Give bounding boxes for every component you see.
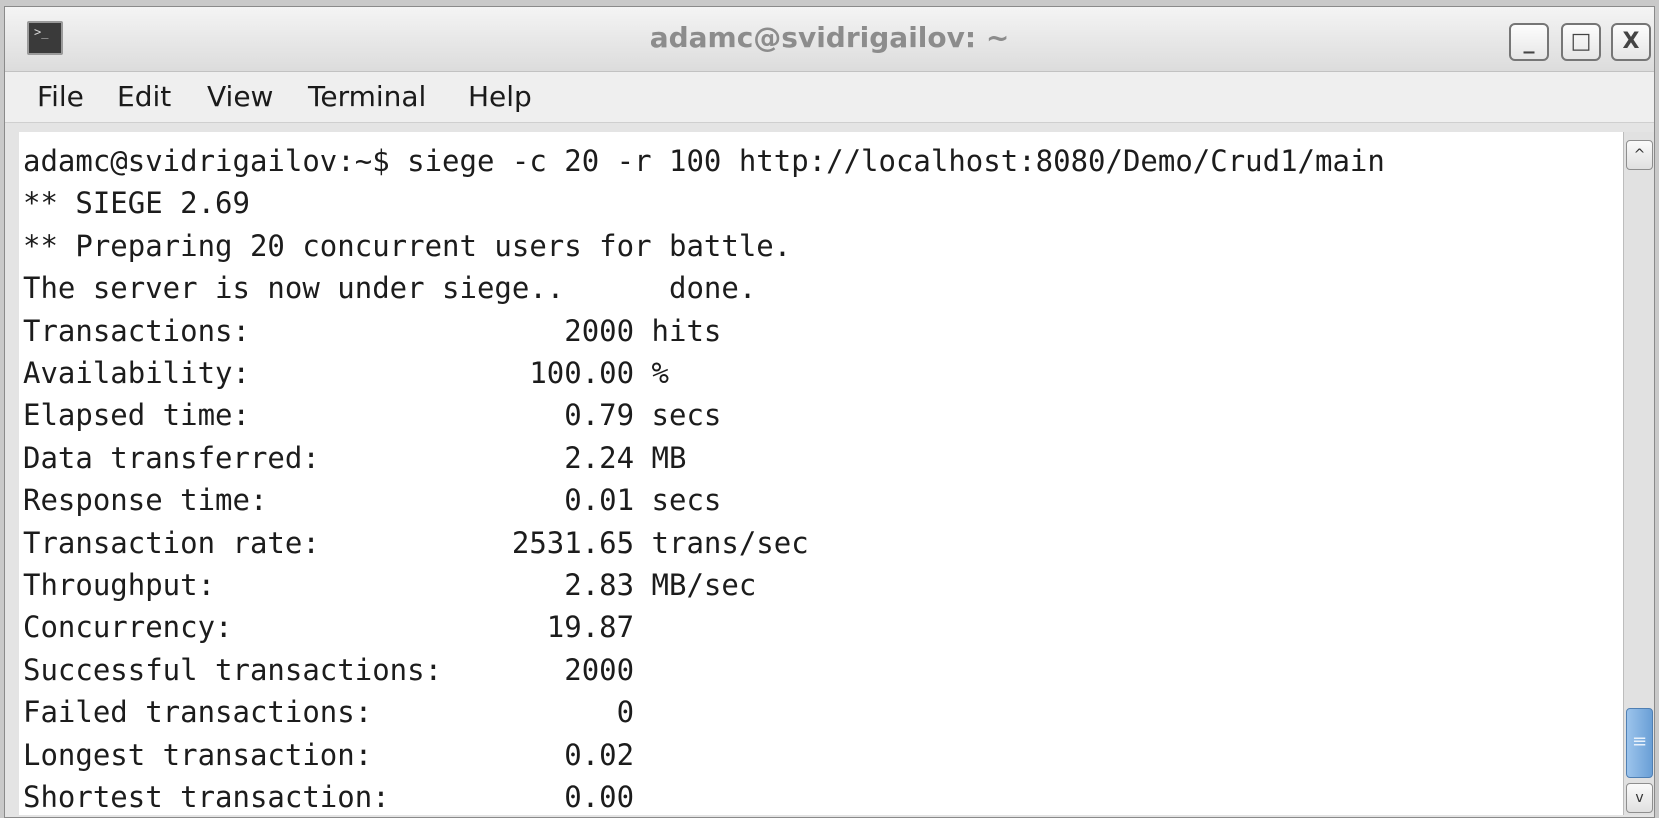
scroll-up-button[interactable]: ^ [1626, 140, 1653, 170]
terminal-line: Transaction rate: 2531.65 trans/sec [23, 525, 809, 560]
minimize-button[interactable]: _ [1509, 23, 1549, 61]
window-title: adamc@svidrigailov: ~ [649, 21, 1010, 54]
command-line: adamc@svidrigailov:~$ siege -c 20 -r 100… [23, 144, 1385, 178]
vertical-scrollbar[interactable]: ^ ≡ v [1623, 132, 1654, 815]
title-bar[interactable]: >_ adamc@svidrigailov: ~ _ □ X [5, 7, 1654, 72]
terminal-line: Elapsed time: 0.79 secs [23, 398, 722, 433]
scrollbar-thumb[interactable]: ≡ [1626, 708, 1653, 778]
terminal-text[interactable]: adamc@svidrigailov:~$ siege -c 20 -r 100… [19, 132, 1623, 815]
terminal-window: >_ adamc@svidrigailov: ~ _ □ X File Edit… [4, 6, 1655, 818]
terminal-line: Transactions: 2000 hits [23, 313, 722, 348]
terminal-line: Successful transactions: 2000 [23, 652, 635, 687]
terminal-line: Failed transactions: 0 [23, 695, 635, 730]
menu-bar: File Edit View Terminal Help [5, 72, 1654, 123]
terminal-line: Throughput: 2.83 MB/sec [23, 568, 757, 603]
grip-icon: ≡ [1631, 731, 1648, 752]
terminal-line: Data transferred: 2.24 MB [23, 440, 687, 475]
maximize-button[interactable]: □ [1561, 23, 1601, 61]
terminal-output[interactable]: adamc@svidrigailov:~$ siege -c 20 -r 100… [19, 132, 1623, 815]
scroll-down-button[interactable]: v [1626, 783, 1653, 813]
terminal-line: ** SIEGE 2.69 [23, 186, 250, 221]
menu-edit[interactable]: Edit [117, 82, 171, 112]
terminal-line: Response time: 0.01 secs [23, 483, 722, 518]
close-button[interactable]: X [1611, 23, 1651, 61]
menu-view[interactable]: View [207, 82, 273, 112]
terminal-line: Longest transaction: 0.02 [23, 737, 635, 772]
menu-file[interactable]: File [37, 82, 84, 112]
menu-terminal[interactable]: Terminal [308, 82, 426, 112]
terminal-line: Availability: 100.00 % [23, 356, 670, 391]
terminal-line: ** Preparing 20 concurrent users for bat… [23, 228, 792, 263]
menu-help[interactable]: Help [468, 82, 532, 112]
terminal-line: Shortest transaction: 0.00 [23, 780, 635, 815]
terminal-line: The server is now under siege.. done. [23, 271, 757, 306]
terminal-line: Concurrency: 19.87 [23, 610, 635, 645]
